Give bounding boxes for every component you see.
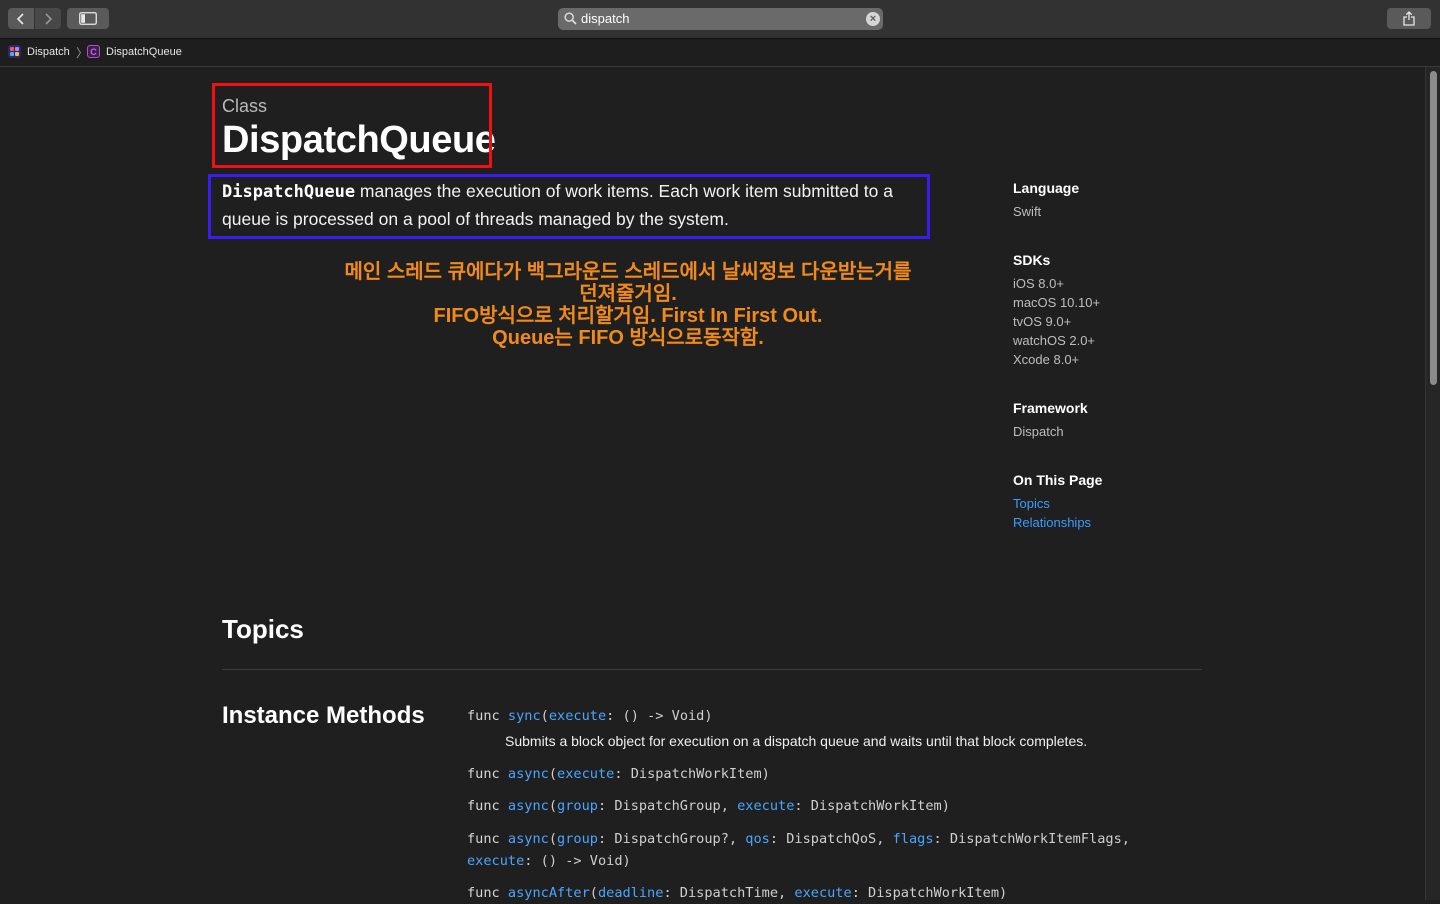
forward-button[interactable]: [35, 8, 61, 29]
breadcrumb-item-dispatchqueue[interactable]: C DispatchQueue: [87, 45, 182, 58]
sdks-heading: SDKs: [1013, 252, 1051, 268]
language-value: Swift: [1013, 204, 1042, 219]
method-async-workitem[interactable]: func async(execute: DispatchWorkItem): [467, 763, 770, 785]
back-button[interactable]: [8, 8, 34, 29]
method-asyncafter[interactable]: func asyncAfter(deadline: DispatchTime, …: [467, 882, 1007, 904]
breadcrumb-item-dispatch[interactable]: Dispatch: [8, 45, 70, 58]
relationships-link[interactable]: Relationships: [1013, 513, 1102, 532]
sidebar-toggle-button[interactable]: [67, 8, 109, 29]
breadcrumb-label: DispatchQueue: [106, 45, 182, 58]
share-icon: [1403, 11, 1415, 26]
framework-value: Dispatch: [1013, 424, 1064, 439]
method-sync-description: Submits a block object for execution on …: [505, 733, 1088, 749]
handwritten-annotation: 메인 스레드 큐에다가 백그라운드 스레드에서 날씨정보 다운받는거를 던져줄거…: [300, 261, 956, 349]
search-field[interactable]: dispatch ×: [558, 8, 883, 30]
on-this-page-heading: On This Page: [1013, 472, 1103, 488]
search-input[interactable]: dispatch: [581, 11, 629, 26]
topics-link[interactable]: Topics: [1013, 494, 1102, 513]
scrollbar-thumb[interactable]: [1430, 71, 1437, 385]
annotation-line: 메인 스레드 큐에다가 백그라운드 스레드에서 날씨정보 다운받는거를: [344, 261, 912, 283]
sdk-item: iOS 8.0+: [1013, 276, 1064, 291]
share-button[interactable]: [1387, 8, 1431, 29]
framework-section: Framework Dispatch: [1013, 400, 1088, 441]
instance-methods-heading: Instance Methods: [222, 702, 425, 729]
abstract-highlight-box: [208, 174, 930, 239]
annotation-line: FIFO방식으로 처리할거임. First In First Out.: [433, 305, 823, 327]
annotation-line: Queue는 FIFO 방식으로동작함.: [492, 327, 764, 349]
sdks-section: SDKs iOS 8.0+ macOS 10.10+ tvOS 9.0+ wat…: [1013, 252, 1100, 369]
chevron-right-icon: [45, 12, 53, 25]
language-section: Language Swift: [1013, 180, 1079, 221]
search-icon: [564, 12, 577, 25]
navigation-buttons: [8, 8, 62, 29]
framework-heading: Framework: [1013, 400, 1088, 416]
on-this-page-section: On This Page Topics Relationships: [1013, 472, 1102, 532]
annotation-line: 던져줄거임.: [579, 283, 677, 305]
vertical-scrollbar[interactable]: [1425, 67, 1440, 900]
window-toolbar: dispatch ×: [0, 0, 1440, 39]
divider: [222, 669, 1202, 670]
sdk-item: tvOS 9.0+: [1013, 314, 1072, 329]
breadcrumb: Dispatch 〉 C DispatchQueue: [0, 39, 1440, 67]
title-highlight-box: [212, 83, 492, 168]
topics-heading: Topics: [222, 614, 304, 644]
class-icon: C: [87, 45, 100, 58]
sidebar-icon: [79, 12, 97, 25]
method-async-group-qos[interactable]: func async(group: DispatchGroup?, qos: D…: [467, 828, 1130, 872]
sdk-item: watchOS 2.0+: [1013, 333, 1096, 348]
method-async-group-workitem[interactable]: func async(group: DispatchGroup, execute…: [467, 795, 950, 817]
method-sync[interactable]: func sync(execute: () -> Void): [467, 705, 713, 727]
sdk-item: Xcode 8.0+: [1013, 352, 1080, 367]
dispatch-framework-icon: [8, 45, 21, 58]
sdk-item: macOS 10.10+: [1013, 295, 1101, 310]
clear-search-icon[interactable]: ×: [866, 12, 880, 26]
language-heading: Language: [1013, 180, 1080, 196]
chevron-left-icon: [16, 12, 24, 25]
breadcrumb-label: Dispatch: [27, 45, 70, 58]
